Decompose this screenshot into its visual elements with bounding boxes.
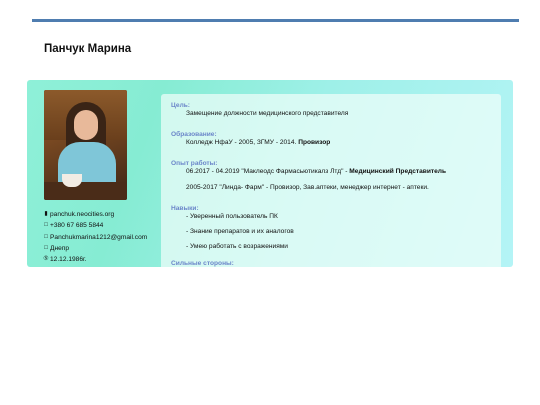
- education-degree: Провизор: [298, 139, 331, 146]
- contact-phone[interactable]: □ +380 67 685 5844: [43, 220, 163, 231]
- contact-list: ▮ panchuk.neocities.org □ +380 67 685 58…: [43, 209, 163, 265]
- calendar-icon: ⑤: [43, 256, 49, 263]
- contact-birthdate: ⑤ 12.12.1986г.: [43, 254, 163, 265]
- skills-label: Навыки:: [171, 205, 199, 212]
- contact-birthdate-text: 12.12.1986г.: [50, 256, 87, 264]
- goal-text: Замещение должности медицинского предста…: [186, 110, 349, 117]
- goal-label: Цель:: [171, 102, 191, 109]
- resume-card: Цель: Замещение должности медицинского п…: [161, 94, 501, 267]
- experience-item-1: 06.2017 - 04.2019 "Маклеодс Фармасьютика…: [186, 168, 446, 175]
- education-text: Колледж НфаУ - 2005, ЗГМУ - 2014. Провиз…: [186, 139, 330, 146]
- page-title: Панчук Марина: [44, 43, 132, 55]
- skill-item: - Знание препаратов и их аналогов: [186, 228, 294, 235]
- contact-email-text: Panchukmarina1212@gmail.com: [50, 233, 148, 241]
- skill-item: - Уверенный пользователь ПК: [186, 213, 278, 220]
- contact-website-text: panchuk.neocities.org: [50, 211, 115, 218]
- skill-item: - Умею работать с возражениями: [186, 243, 288, 250]
- contact-email[interactable]: □ Panchukmarina1212@gmail.com: [43, 232, 163, 243]
- experience-item-1-text: 06.2017 - 04.2019 "Маклеодс Фармасьютика…: [186, 168, 348, 175]
- contact-city: □ Днепр: [43, 243, 163, 254]
- phone-icon: ▮: [44, 211, 48, 217]
- experience-item-2: 2005-2017 "Линда- Фарм" - Провизор, Зав.…: [186, 184, 429, 191]
- location-icon: □: [44, 244, 48, 251]
- education-label: Образование:: [171, 131, 217, 138]
- strengths-label: Сильные стороны:: [171, 260, 234, 267]
- contact-city-text: Днепр: [50, 244, 70, 252]
- phone-icon: □: [44, 222, 48, 229]
- mail-icon: □: [44, 233, 48, 240]
- resume-panel: ▮ panchuk.neocities.org □ +380 67 685 58…: [27, 80, 513, 267]
- profile-photo: [44, 90, 127, 200]
- education-text-main: Колледж НфаУ - 2005, ЗГМУ - 2014.: [186, 139, 297, 146]
- experience-item-1-role: Медицинский Представитель: [349, 168, 447, 175]
- header-accent-bar: [32, 19, 519, 22]
- experience-label: Опыт работы:: [171, 160, 218, 167]
- contact-website[interactable]: ▮ panchuk.neocities.org: [43, 209, 163, 220]
- contact-phone-text: +380 67 685 5844: [50, 222, 104, 230]
